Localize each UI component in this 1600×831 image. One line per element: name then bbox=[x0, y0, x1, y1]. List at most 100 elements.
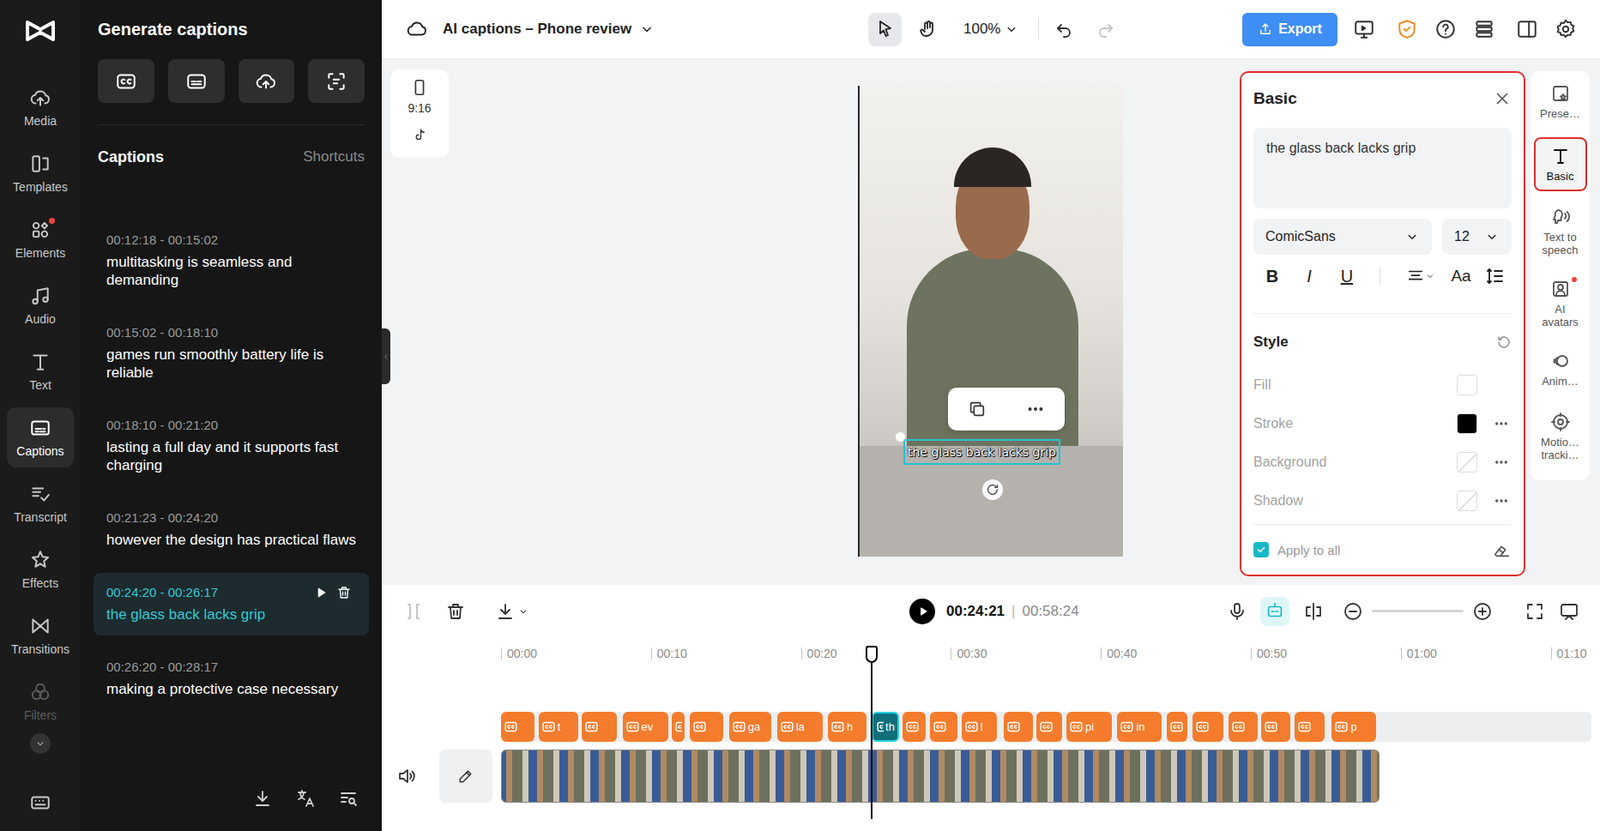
zoom-select[interactable]: 100% bbox=[963, 19, 1020, 39]
gear-icon[interactable] bbox=[1554, 18, 1577, 41]
translate-icon[interactable] bbox=[295, 788, 316, 810]
sidebar-item[interactable]: Media bbox=[6, 77, 74, 138]
underline-button[interactable]: U bbox=[1333, 262, 1361, 290]
caption-clip[interactable] bbox=[1228, 712, 1258, 743]
export-menu[interactable] bbox=[495, 601, 530, 622]
project-title[interactable]: AI captions – Phone review bbox=[442, 19, 632, 39]
caption-item[interactable]: 00:12:18 - 00:15:02multitasking is seaml… bbox=[93, 220, 369, 302]
caption-clip[interactable] bbox=[1003, 712, 1033, 743]
side-tab[interactable]: Basic bbox=[1533, 137, 1588, 192]
caption-clip[interactable] bbox=[1192, 712, 1224, 743]
delete-icon[interactable] bbox=[445, 601, 466, 622]
edit-cover-button[interactable] bbox=[439, 749, 493, 804]
caption-clip[interactable]: th bbox=[871, 712, 900, 743]
sidebar-item[interactable]: Filters bbox=[6, 671, 74, 732]
zoom-out-icon[interactable] bbox=[1342, 601, 1364, 622]
caption-clip[interactable]: p bbox=[1331, 712, 1376, 743]
caption-tool-button[interactable] bbox=[168, 59, 225, 103]
italic-button[interactable]: I bbox=[1295, 262, 1323, 290]
caption-clip[interactable]: t bbox=[538, 712, 579, 743]
apply-all-label[interactable]: Apply to all bbox=[1277, 542, 1341, 559]
more-icon[interactable] bbox=[1026, 399, 1045, 419]
size-select[interactable]: 12 bbox=[1442, 218, 1512, 255]
bold-button[interactable]: B bbox=[1258, 262, 1287, 290]
trash-icon[interactable] bbox=[336, 585, 352, 601]
present-icon[interactable] bbox=[1352, 18, 1376, 41]
caption-item[interactable]: 00:21:23 - 00:24:20however the design ha… bbox=[93, 498, 369, 562]
caption-clip[interactable] bbox=[501, 712, 535, 743]
reset-icon[interactable] bbox=[1496, 334, 1512, 351]
caption-item[interactable]: 00:26:20 - 00:28:17making a protective c… bbox=[93, 647, 369, 711]
caption-clip[interactable]: ev bbox=[622, 712, 669, 743]
caption-clip[interactable] bbox=[671, 712, 685, 743]
keyboard-icon[interactable] bbox=[29, 791, 52, 815]
chevron-down-icon[interactable] bbox=[638, 20, 656, 38]
more-button[interactable] bbox=[1491, 490, 1512, 512]
sidebar-item[interactable]: Transcript bbox=[6, 473, 74, 534]
caption-clip[interactable] bbox=[581, 712, 617, 743]
color-swatch[interactable] bbox=[1456, 490, 1478, 512]
caption-clip[interactable]: pi bbox=[1066, 712, 1112, 743]
color-swatch[interactable] bbox=[1456, 452, 1478, 473]
sidebar-item[interactable]: Audio bbox=[6, 275, 74, 336]
pointer-tool[interactable] bbox=[868, 12, 902, 47]
sidebar-item[interactable]: Templates bbox=[6, 143, 74, 204]
undo-button[interactable] bbox=[1052, 18, 1075, 41]
sidebar-item[interactable]: Effects bbox=[6, 539, 74, 600]
caption-clip[interactable]: ga bbox=[729, 712, 773, 743]
layout-icon[interactable] bbox=[1515, 18, 1539, 41]
caption-text[interactable]: the glass back lacks grip bbox=[106, 605, 363, 624]
split-icon[interactable] bbox=[403, 601, 424, 622]
aspect-card[interactable]: 9:16 bbox=[390, 69, 449, 158]
caption-clip[interactable]: l bbox=[961, 712, 997, 743]
split-audio-icon[interactable] bbox=[1303, 601, 1324, 622]
caption-clip[interactable]: in bbox=[1116, 712, 1161, 743]
caption-text-field[interactable]: the glass back lacks grip bbox=[1253, 127, 1512, 209]
caption-text[interactable]: however the design has practical flaws bbox=[106, 531, 363, 550]
hand-tool[interactable] bbox=[911, 12, 945, 47]
duplicate-icon[interactable] bbox=[967, 399, 987, 419]
caption-clip[interactable] bbox=[1294, 712, 1326, 743]
capcut-logo-icon[interactable] bbox=[23, 13, 58, 49]
sidebar-item[interactable]: Captions bbox=[6, 407, 74, 468]
caption-clip[interactable] bbox=[1261, 712, 1291, 743]
caption-text[interactable]: lasting a full day and it supports fast … bbox=[106, 438, 363, 475]
caption-clip[interactable] bbox=[1036, 712, 1063, 743]
more-button[interactable] bbox=[1491, 452, 1512, 473]
collapse-panel-handle[interactable] bbox=[381, 328, 391, 385]
play-button[interactable] bbox=[909, 598, 936, 625]
caption-overlay-text[interactable]: the glass back lacks grip bbox=[907, 445, 1057, 459]
side-tab[interactable]: AI avatars bbox=[1533, 271, 1588, 336]
sidebar-item[interactable]: Text bbox=[6, 341, 74, 402]
fullscreen-icon[interactable] bbox=[1524, 601, 1546, 622]
close-icon[interactable] bbox=[1492, 89, 1512, 109]
captions-toggle[interactable] bbox=[1260, 597, 1290, 627]
sidebar-item[interactable]: Elements bbox=[6, 209, 74, 270]
caption-clip[interactable]: la bbox=[777, 712, 823, 743]
comment-icon[interactable] bbox=[1558, 601, 1580, 622]
caption-tool-button[interactable] bbox=[307, 59, 365, 103]
side-tab[interactable]: Text to speech bbox=[1533, 199, 1588, 264]
sidebar-item[interactable]: Transitions bbox=[6, 605, 74, 666]
playhead-handle[interactable] bbox=[865, 646, 878, 664]
rotate-handle[interactable] bbox=[982, 479, 1003, 501]
zoom-in-icon[interactable] bbox=[1472, 601, 1493, 622]
shortcuts-link[interactable]: Shortcuts bbox=[302, 147, 365, 167]
caption-clip[interactable] bbox=[689, 712, 724, 743]
caption-tool-button[interactable] bbox=[97, 59, 155, 103]
caption-item[interactable]: 00:18:10 - 00:21:20lasting a full day an… bbox=[93, 405, 369, 487]
font-select[interactable]: ComicSans bbox=[1253, 218, 1432, 255]
case-button[interactable]: Aa bbox=[1445, 262, 1477, 290]
export-button[interactable]: Export bbox=[1242, 12, 1338, 47]
caption-item[interactable]: 00:24:20 - 00:26:17the glass back lacks … bbox=[93, 573, 369, 636]
search-list-icon[interactable] bbox=[338, 788, 359, 810]
layers-icon[interactable] bbox=[1473, 18, 1496, 41]
mic-icon[interactable] bbox=[1226, 601, 1248, 622]
line-height-icon[interactable] bbox=[1485, 265, 1506, 287]
download-icon[interactable] bbox=[252, 788, 273, 810]
cloud-icon[interactable] bbox=[405, 18, 429, 41]
video-clip[interactable] bbox=[501, 749, 1380, 804]
caption-text[interactable]: multitasking is seamless and demanding bbox=[106, 253, 363, 290]
caption-clip[interactable] bbox=[902, 712, 926, 743]
play-icon[interactable] bbox=[313, 585, 328, 600]
